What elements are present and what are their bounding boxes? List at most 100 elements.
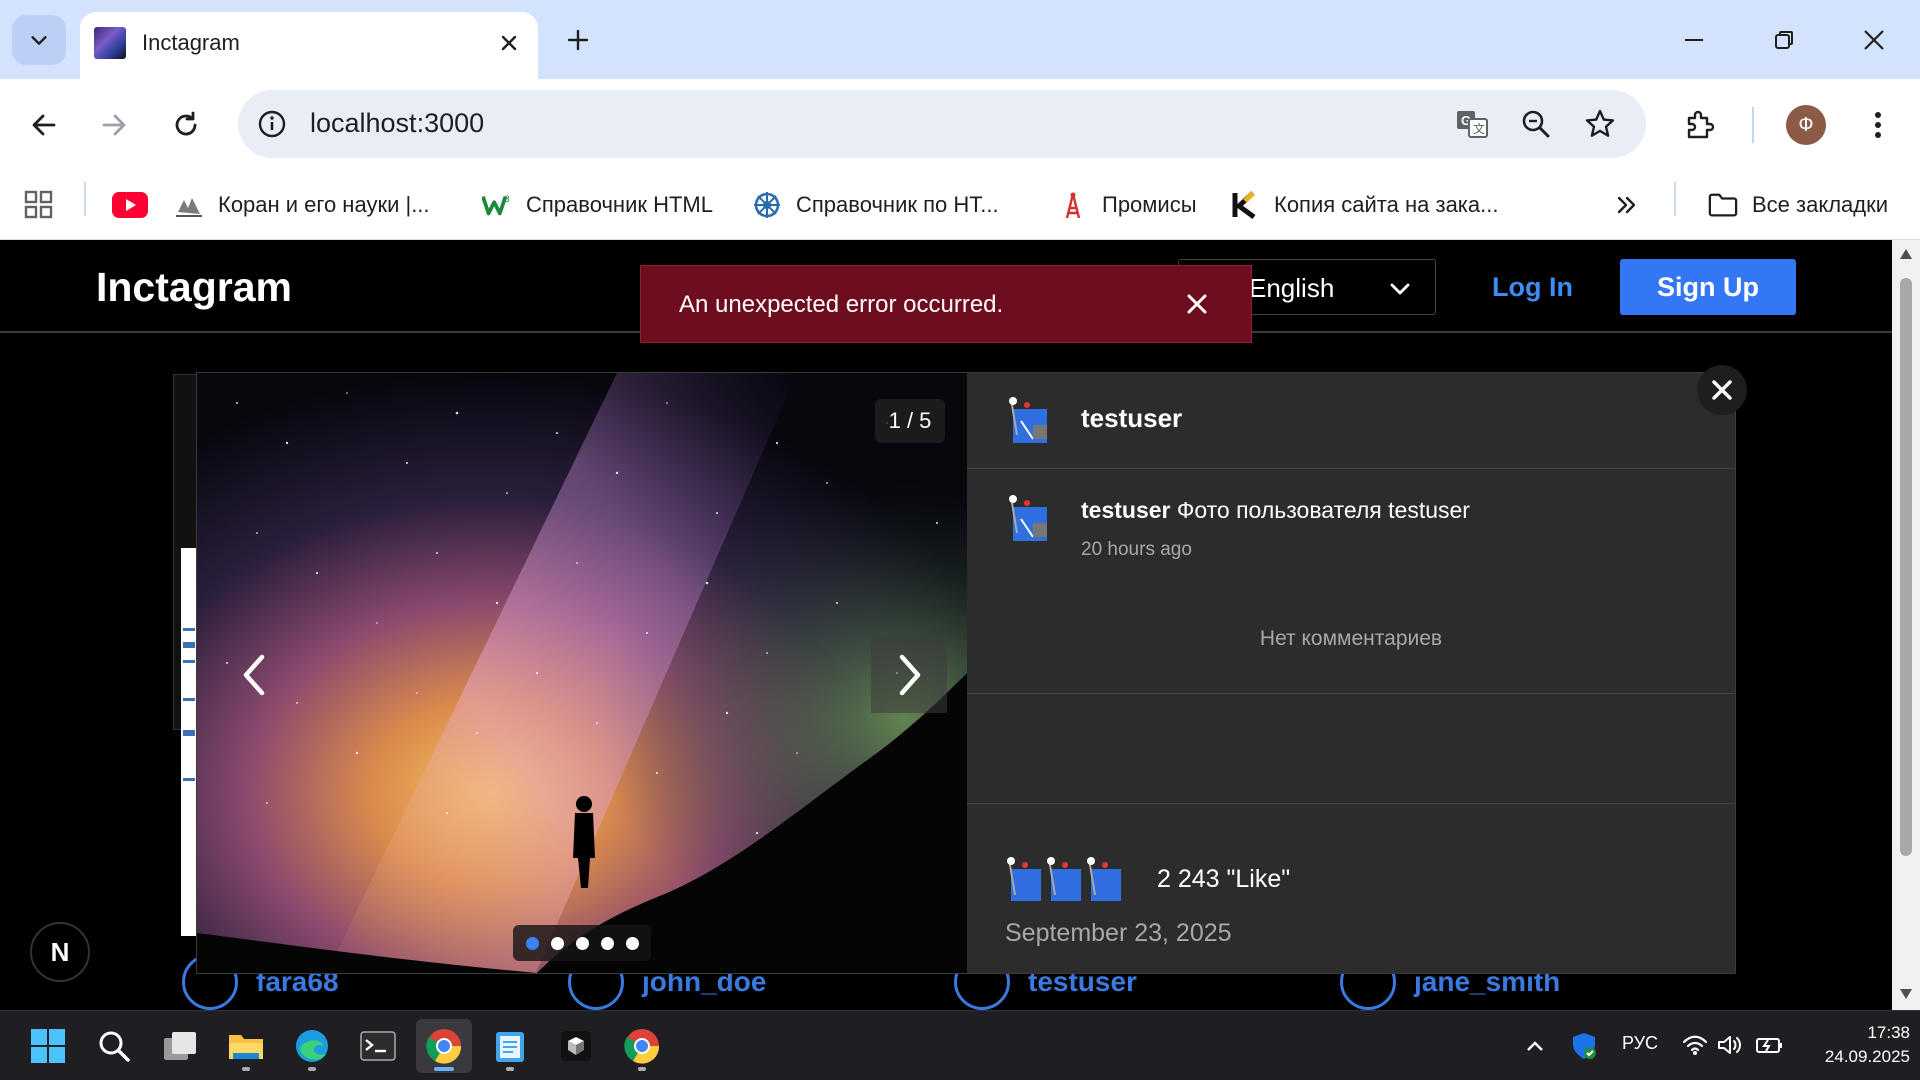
post-modal: 1 / 5 testuser testuser Фото пользовател… xyxy=(196,365,1747,974)
avatar[interactable] xyxy=(1003,395,1057,449)
puzzle-icon xyxy=(1687,110,1715,139)
apps-grid-icon xyxy=(24,190,53,219)
new-tab-button[interactable] xyxy=(558,20,598,60)
taskbar-chrome-2[interactable] xyxy=(614,1019,670,1073)
slide-dot[interactable] xyxy=(600,936,614,950)
taskbar-chrome-active[interactable] xyxy=(416,1019,472,1073)
signup-button[interactable]: Sign Up xyxy=(1620,259,1796,315)
search-button[interactable] xyxy=(86,1019,142,1073)
bookmark-label: Коран и его науки |... xyxy=(218,192,430,217)
previous-slide-button[interactable] xyxy=(217,637,293,713)
taskbar-file-explorer[interactable] xyxy=(218,1019,274,1073)
toast-close-button[interactable] xyxy=(1179,286,1215,322)
taskbar-terminal[interactable] xyxy=(350,1019,406,1073)
language-value: English xyxy=(1249,273,1335,303)
battery-icon[interactable] xyxy=(1754,1033,1784,1057)
site-logo[interactable]: Inctagram xyxy=(96,264,292,311)
tab-close-button[interactable] xyxy=(492,26,526,60)
site-info-icon[interactable] xyxy=(254,106,290,142)
bookmark-label: Справочник по HT... xyxy=(796,192,999,217)
bookmark-star-icon[interactable] xyxy=(1580,104,1620,144)
slide-dot[interactable] xyxy=(625,936,639,950)
quran-icon xyxy=(174,190,204,220)
bookmark-label: Копия сайта на зака... xyxy=(1274,192,1499,217)
next-slide-button[interactable] xyxy=(871,637,947,713)
apps-button[interactable] xyxy=(24,185,54,225)
slide-dot[interactable] xyxy=(575,936,589,950)
task-view-icon xyxy=(164,1032,196,1060)
tab-strip: Inctagram xyxy=(0,0,1920,79)
minimize-button[interactable] xyxy=(1674,20,1714,60)
chevron-left-icon xyxy=(243,654,265,696)
plus-icon xyxy=(567,29,589,51)
no-comments-text: Нет комментариев xyxy=(1259,627,1443,650)
wheel-icon xyxy=(752,190,782,220)
bookmark-html-reference[interactable]: 3 Справочник HTML xyxy=(482,185,713,225)
profile-avatar[interactable]: Ф xyxy=(1786,105,1826,145)
url-text[interactable]: localhost:3000 xyxy=(310,108,484,139)
taskbar-box-app[interactable] xyxy=(548,1019,604,1073)
restore-button[interactable] xyxy=(1764,20,1804,60)
zoom-icon[interactable] xyxy=(1516,104,1556,144)
chevron-right-icon xyxy=(899,654,921,696)
post-details-panel: testuser testuser Фото пользователя test… xyxy=(967,373,1735,973)
likes-count[interactable]: 2 243 "Like" xyxy=(1157,865,1290,894)
address-bar[interactable]: localhost:3000 G文 xyxy=(238,90,1646,158)
system-clock[interactable]: 17:38 24.09.2025 xyxy=(1800,1021,1910,1069)
page-scrollbar[interactable] xyxy=(1892,240,1920,1010)
slide-dot[interactable] xyxy=(525,936,539,950)
slide-dot[interactable] xyxy=(550,936,564,950)
active-tab[interactable]: Inctagram xyxy=(80,12,538,79)
scroll-down-icon[interactable] xyxy=(1899,988,1913,1000)
volume-icon[interactable] xyxy=(1716,1033,1742,1057)
all-bookmarks-button[interactable]: Все закладки xyxy=(1708,185,1888,225)
taskbar-edge[interactable] xyxy=(284,1019,340,1073)
input-language[interactable]: РУС xyxy=(1622,1033,1658,1054)
reload-button[interactable] xyxy=(164,103,208,147)
bookmark-site-copy[interactable]: Копия сайта на зака... xyxy=(1230,185,1498,225)
close-icon xyxy=(1187,294,1207,314)
k-icon xyxy=(1230,190,1260,220)
chevron-up-icon[interactable] xyxy=(1524,1035,1546,1057)
error-toast: An unexpected error occurred. xyxy=(640,265,1252,343)
w-icon: 3 xyxy=(482,190,512,220)
extensions-button[interactable] xyxy=(1678,103,1722,147)
start-button[interactable] xyxy=(20,1019,76,1073)
scroll-up-icon[interactable] xyxy=(1899,248,1913,260)
taskbar-notepad[interactable] xyxy=(482,1019,538,1073)
wifi-icon[interactable] xyxy=(1682,1033,1708,1057)
avatar[interactable] xyxy=(1003,493,1057,547)
security-shield-icon[interactable] xyxy=(1570,1031,1598,1061)
tab-title: Inctagram xyxy=(142,30,240,55)
task-view-button[interactable] xyxy=(152,1019,208,1073)
forward-button[interactable] xyxy=(92,103,136,147)
bookmark-promises[interactable]: Промисы xyxy=(1058,185,1197,225)
close-icon xyxy=(501,35,517,51)
back-button[interactable] xyxy=(22,103,66,147)
bookmark-youtube[interactable] xyxy=(112,185,148,225)
inctagram-favicon-icon xyxy=(94,27,126,59)
bookmark-html-guide[interactable]: Справочник по HT... xyxy=(752,185,999,225)
terminal-icon xyxy=(360,1031,396,1061)
chrome-menu-button[interactable] xyxy=(1856,103,1900,147)
close-icon xyxy=(1712,380,1732,400)
close-window-button[interactable] xyxy=(1854,20,1894,60)
likers-avatars[interactable] xyxy=(1003,855,1145,909)
post-photo: 1 / 5 xyxy=(197,373,967,973)
more-bookmarks-button[interactable] xyxy=(1614,185,1640,225)
post-author-header: testuser xyxy=(967,373,1735,469)
close-modal-button[interactable] xyxy=(1697,365,1747,415)
divider xyxy=(967,693,1735,694)
translate-icon[interactable]: G文 xyxy=(1452,104,1492,144)
scroll-thumb[interactable] xyxy=(1900,278,1912,856)
bookmark-divider xyxy=(84,182,86,216)
clock-date: 24.09.2025 xyxy=(1824,1047,1910,1066)
caption-username[interactable]: testuser xyxy=(1081,497,1170,523)
bookmarks-bar: Коран и его науки |... 3 Справочник HTML… xyxy=(0,171,1920,240)
tab-search-button[interactable] xyxy=(12,15,66,65)
svg-text:3: 3 xyxy=(505,194,510,204)
post-author-username[interactable]: testuser xyxy=(1081,403,1182,434)
nextjs-dev-badge[interactable]: N xyxy=(30,922,90,982)
bookmark-quran[interactable]: Коран и его науки |... xyxy=(174,185,430,225)
login-link[interactable]: Log In xyxy=(1492,272,1573,303)
